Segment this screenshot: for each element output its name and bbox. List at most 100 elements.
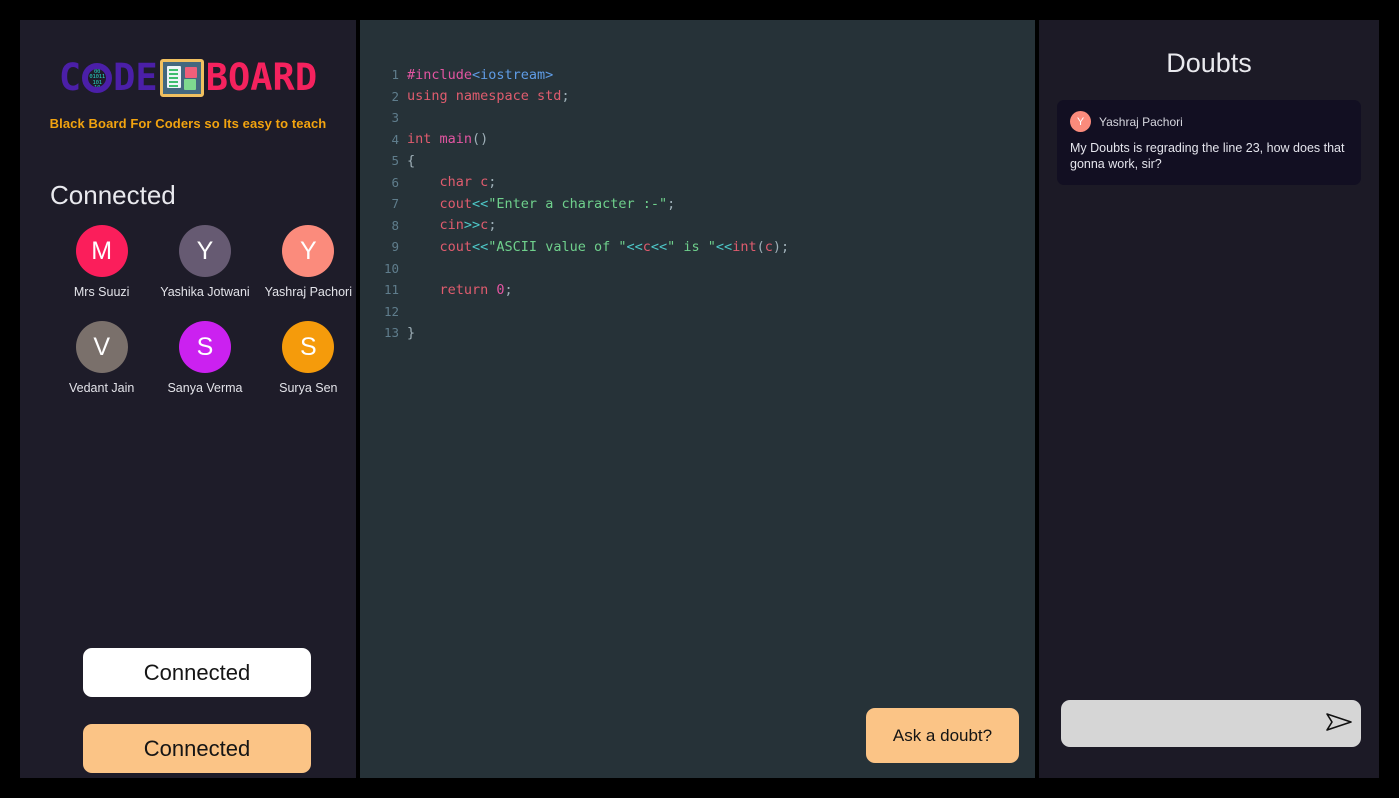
code-token: int [407,131,440,148]
code-token: << [472,238,489,255]
line-number: 6 [391,174,399,190]
code-line: 4 int main() [360,129,1035,151]
code-line: 3 [360,107,1035,129]
avatar: V [75,321,128,373]
code-token: << [626,238,643,255]
doubts-panel: Doubts Y Yashraj Pachori My Doubts is re… [1039,20,1379,778]
avatar: M [75,225,128,277]
code-line: 12 [360,301,1035,323]
code-line-content: { [407,153,415,169]
board-icon [159,59,204,97]
code-token: main [439,131,473,148]
connected-button-primary[interactable]: Connected [83,648,311,697]
participant-name: Sanya Verma [167,381,243,395]
line-number: 11 [383,282,399,298]
code-line: 9 cout<<"ASCII value of "<<c<<" is "<<in… [360,236,1035,258]
avatar: Y [282,225,335,277]
participant-name: Yashraj Pachori [264,285,352,299]
send-button[interactable] [1317,700,1361,747]
doubts-title: Doubts [1166,48,1252,78]
logo-text-de: DE [113,56,158,99]
code-token: << [650,238,668,255]
participant-name: Yashika Jotwani [160,285,250,299]
doubt-author-name: Yashraj Pachori [1099,114,1183,129]
logo-row: C 00 01011 101 10 DE BOARD [59,56,317,100]
code-token: ; [561,88,570,105]
participants-grid: M Mrs Suuzi Y Yashika Jotwani Y Yashraj … [50,225,356,395]
code-line: 8 cin>>c; [360,215,1035,237]
code-line: 13} [360,322,1035,344]
code-line: 2 using namespace std; [360,86,1035,108]
doubt-composer[interactable] [1061,700,1361,747]
participant-item[interactable]: M Mrs Suuzi [50,225,153,299]
code-token: ; [504,281,513,298]
doubt-author-avatar: Y [1070,111,1091,132]
code-token: ) [772,238,781,255]
doubt-input[interactable] [1061,700,1317,747]
code-line: 10 [360,258,1035,280]
code-line: 5{ [360,150,1035,172]
code-line-content: int main() [407,131,488,147]
code-line: 11 return 0; [360,279,1035,301]
code-token: >> [463,217,481,234]
doubt-message-text: My Doubts is regrading the line 23, how … [1070,141,1345,171]
code-token: << [472,195,489,212]
code-token: char [407,174,481,191]
ask-a-doubt-button[interactable]: Ask a doubt? [866,708,1019,763]
code-line-content: using namespace std; [407,88,570,104]
app-root: C 00 01011 101 10 DE BOARD Black Board For … [0,0,1399,798]
code-token: int [732,238,757,255]
participant-item[interactable]: Y Yashika Jotwani [153,225,256,299]
code-line: 7 cout<<"Enter a character :-"; [360,193,1035,215]
code-editor-panel[interactable]: 1 #include<iostream> 2 using namespace std;… [360,20,1035,778]
line-number: 10 [383,260,399,276]
code-token: using namespace std [407,88,562,105]
board-doc-icon [166,66,181,88]
logo-text-board: BOARD [205,56,318,99]
connected-heading: Connected [50,180,176,210]
code-token: 0 [496,281,505,298]
send-paper-plane-icon [1324,710,1354,737]
line-number: 7 [391,196,399,212]
line-number: 3 [391,110,399,126]
logo-binary-digits: 00 01011 101 10 [89,69,105,92]
code-token: << [715,238,733,255]
participant-name: Surya Sen [279,381,338,395]
code-token: <iostream> [472,66,554,83]
code-token: "ASCII value of " [488,238,627,255]
connected-button-secondary[interactable]: Connected [83,724,311,773]
app-logo: C 00 01011 101 10 DE BOARD [20,56,356,100]
code-token: return [407,281,497,298]
code-editor[interactable]: 1 #include<iostream> 2 using namespace std;… [360,64,1035,704]
code-line-content: } [407,325,415,341]
code-token: cout [407,195,473,212]
participant-name: Mrs Suuzi [73,285,130,299]
avatar: S [178,321,231,373]
line-number: 2 [391,88,399,104]
code-line-content: cout<<"Enter a character :-"; [407,195,676,212]
participant-item[interactable]: S Sanya Verma [153,321,256,395]
code-token: ; [488,174,497,191]
doubt-message-header: Y Yashraj Pachori [1070,111,1348,132]
left-sidebar-panel: C 00 01011 101 10 DE BOARD Black Board For … [20,20,356,778]
code-token: () [472,131,489,148]
line-number: 9 [391,239,399,255]
code-token: } [407,324,416,341]
participant-item[interactable]: S Surya Sen [257,321,356,395]
code-token: cout [407,238,473,255]
line-number: 8 [391,217,399,233]
logo-text-c: C [58,56,82,99]
code-line-content: cout<<"ASCII value of "<<c<<" is "<<int(… [407,238,790,255]
code-token: cin [407,217,464,234]
doubt-message-card: Y Yashraj Pachori My Doubts is regrading… [1057,100,1361,185]
line-number: 13 [383,325,399,341]
avatar: S [282,321,335,373]
code-line: 6 char c; [360,172,1035,194]
code-token: { [407,152,416,169]
participant-item[interactable]: V Vedant Jain [50,321,153,395]
code-line-content: char c; [407,174,497,191]
participant-item[interactable]: Y Yashraj Pachori [257,225,356,299]
code-token: c [642,238,651,255]
code-line-content: #include<iostream> [407,67,553,83]
line-number: 5 [391,153,399,169]
